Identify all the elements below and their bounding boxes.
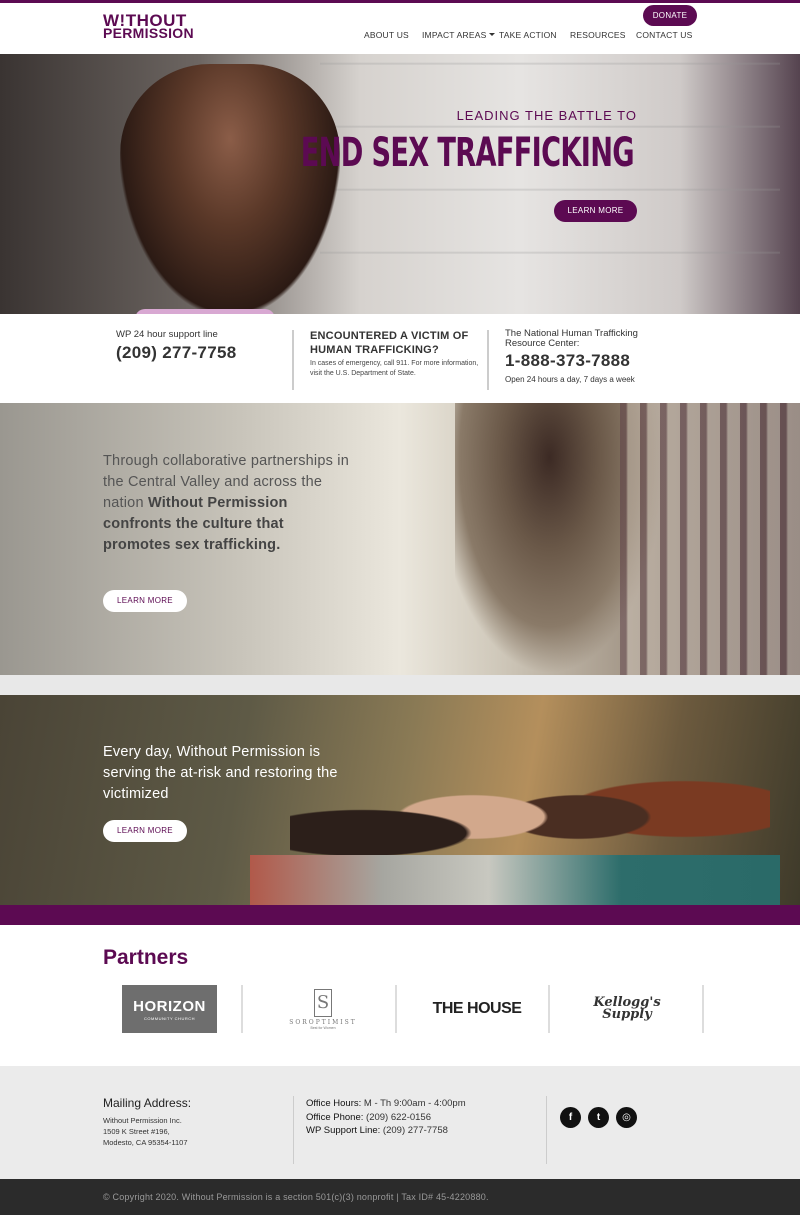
horizon-sub: COMMUNITY CHURCH [143, 1015, 196, 1021]
collaboration-section: Through collaborative partnerships in th… [0, 403, 800, 675]
office-hours-label: Office Hours: [306, 1098, 362, 1109]
section-spacer [0, 675, 800, 695]
nav-impact-areas[interactable]: IMPACT AREAS [422, 30, 496, 40]
national-hotline: The National Human Trafficking Resource … [505, 328, 675, 385]
donate-button[interactable]: DONATE [643, 5, 697, 26]
partner-divider [702, 985, 704, 1033]
support-divider [292, 330, 294, 390]
kellogg-line2: Supply [602, 1007, 652, 1022]
support-line: WP Support Line: (209) 277-7758 [306, 1124, 466, 1138]
support-divider [487, 330, 489, 390]
everyday-statement: Every day, Without Permission is serving… [103, 744, 338, 802]
everyday-learn-more-button[interactable]: LEARN MORE [103, 820, 187, 842]
main-nav: ABOUT US IMPACT AREAS TAKE ACTION RESOUR… [0, 30, 800, 44]
soroptimist-tag: Best for Women [310, 1025, 336, 1030]
partner-logo-horizon[interactable]: HORIZON COMMUNITY CHURCH [122, 985, 217, 1033]
partner-logo-soroptimist[interactable]: S SOROPTIMIST Best for Women [278, 985, 368, 1033]
hero-title: END SEX TRAFFICKING [300, 130, 635, 176]
victim-info: ENCOUNTERED A VICTIM OF HUMAN TRAFFICKIN… [310, 329, 482, 379]
copyright-text: © Copyright 2020. Without Permission is … [103, 1192, 489, 1202]
wp-support-phone[interactable]: (209) 277-7758 [116, 343, 286, 363]
copyright-bar: © Copyright 2020. Without Permission is … [0, 1179, 800, 1215]
wp-support-line: WP 24 hour support line (209) 277-7758 [116, 329, 286, 363]
collab-learn-more-button[interactable]: LEARN MORE [103, 590, 187, 612]
instagram-icon[interactable]: ◎ [616, 1107, 637, 1128]
partner-divider [395, 985, 397, 1033]
support-band: WP 24 hour support line (209) 277-7758 E… [0, 314, 800, 403]
national-hours: Open 24 hours a day, 7 days a week [505, 375, 635, 384]
nav-about-us[interactable]: ABOUT US [364, 30, 409, 40]
mailing-address: Without Permission Inc. 1509 K Street #1… [103, 1115, 188, 1148]
twitter-icon[interactable]: t [588, 1107, 609, 1128]
partner-divider [548, 985, 550, 1033]
partner-logo-kellogg[interactable]: Kellogg's Supply [586, 985, 668, 1033]
address-line2: 1509 K Street #196, [103, 1127, 170, 1136]
nav-contact-us[interactable]: CONTACT US [636, 30, 692, 40]
hero-wall-image [320, 54, 780, 314]
chevron-down-icon [489, 33, 496, 36]
horizon-name: HORIZON [133, 997, 206, 1015]
soroptimist-name: SOROPTIMIST [289, 1018, 357, 1026]
mailing-heading: Mailing Address: [103, 1096, 192, 1110]
soroptimist-mark: S [314, 988, 332, 1017]
national-phone[interactable]: 1-888-373-7888 [505, 351, 675, 371]
nav-resources[interactable]: RESOURCES [570, 30, 626, 40]
purple-divider-bar [0, 905, 800, 925]
office-info: Office Hours: M - Th 9:00am - 4:00pm Off… [306, 1097, 466, 1138]
footer-divider [546, 1096, 547, 1164]
office-phone: Office Phone: (209) 622-0156 [306, 1111, 466, 1125]
national-label: The National Human Trafficking Resource … [505, 328, 638, 349]
victim-heading: ENCOUNTERED A VICTIM OF HUMAN TRAFFICKIN… [310, 330, 469, 356]
facebook-icon[interactable]: f [560, 1107, 581, 1128]
everyday-photo-shirts [250, 855, 780, 905]
support-line-label: WP Support Line: [306, 1125, 381, 1136]
wp-support-label: WP 24 hour support line [116, 329, 218, 340]
support-line-value[interactable]: (209) 277-7758 [380, 1125, 448, 1136]
nav-take-action[interactable]: TAKE ACTION [499, 30, 557, 40]
victim-note: In cases of emergency, call 911. For mor… [310, 360, 479, 377]
site-footer: Mailing Address: Without Permission Inc.… [0, 1066, 800, 1179]
office-hours: Office Hours: M - Th 9:00am - 4:00pm [306, 1097, 466, 1111]
partners-heading: Partners [103, 946, 189, 969]
collab-statement: Through collaborative partnerships in th… [103, 451, 353, 556]
footer-divider [293, 1096, 294, 1164]
partner-logo-thehouse[interactable]: THE HOUSE [428, 985, 526, 1033]
hero-photo-woman [120, 64, 340, 314]
office-hours-value: M - Th 9:00am - 4:00pm [361, 1098, 466, 1109]
everyday-section: Every day, Without Permission is serving… [0, 695, 800, 905]
hero-banner: LEADING THE BATTLE TO END SEX TRAFFICKIN… [0, 54, 800, 314]
collab-photo-wall [620, 403, 800, 675]
office-phone-label: Office Phone: [306, 1111, 364, 1123]
partner-divider [241, 985, 243, 1033]
address-line1: Without Permission Inc. [103, 1116, 182, 1125]
office-phone-value[interactable]: (209) 622-0156 [363, 1112, 431, 1123]
hero-subtitle: LEADING THE BATTLE TO [456, 108, 637, 123]
nav-impact-areas-label: IMPACT AREAS [422, 30, 487, 40]
hero-learn-more-button[interactable]: LEARN MORE [554, 200, 637, 222]
site-header: W!THOUT PERMISSION DONATE ABOUT US IMPAC… [0, 3, 800, 54]
address-line3: Modesto, CA 95354-1107 [103, 1138, 188, 1147]
